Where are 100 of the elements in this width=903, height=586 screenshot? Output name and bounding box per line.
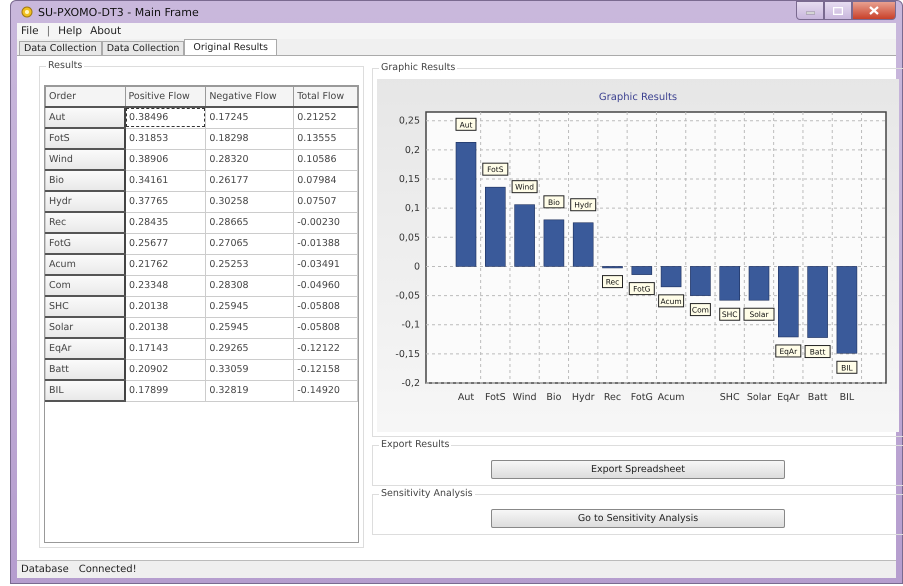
status-text: Connected! <box>78 564 137 575</box>
table-cell[interactable]: 0.21762 <box>125 254 206 275</box>
table-cell[interactable]: 0.34161 <box>125 170 206 191</box>
x-tick-label: SHC <box>720 392 740 403</box>
group-title: Results <box>46 60 84 71</box>
table-cell[interactable]: -0.01388 <box>294 233 358 254</box>
table-cell[interactable]: -0.03491 <box>294 254 358 275</box>
x-tick-label: Hydr <box>572 392 595 403</box>
table-cell[interactable]: 0.28665 <box>206 212 294 233</box>
minimize-button[interactable] <box>796 1 824 20</box>
export-spreadsheet-button[interactable]: Export Spreadsheet <box>491 460 785 479</box>
close-button[interactable] <box>852 1 896 20</box>
tab[interactable]: Data Collection <box>102 41 184 55</box>
table-cell[interactable]: 0.28320 <box>206 149 294 170</box>
table-cell[interactable]: 0.28308 <box>206 275 294 296</box>
sensitivity-analysis-button[interactable]: Go to Sensitivity Analysis <box>491 509 785 528</box>
table-cell[interactable]: 0.13555 <box>294 128 358 149</box>
y-tick-label: -0,05 <box>395 290 420 302</box>
table-cell[interactable]: 0.07507 <box>294 191 358 212</box>
window-title: SU-PXOMO-DT3 - Main Frame <box>38 6 199 18</box>
menu-item[interactable]: About <box>90 25 122 37</box>
table-cell[interactable]: 0.26177 <box>206 170 294 191</box>
table-cell[interactable]: 0.27065 <box>206 233 294 254</box>
bar <box>748 266 770 301</box>
y-tick-label: -0,2 <box>401 378 420 389</box>
app-icon <box>21 6 33 18</box>
column-header[interactable]: Negative Flow <box>206 86 294 107</box>
table-cell[interactable]: 0.20902 <box>125 359 206 380</box>
table-cell[interactable]: -0.05808 <box>294 317 358 338</box>
row-header[interactable]: Hydr <box>46 191 125 212</box>
table-cell[interactable]: 0.31853 <box>125 128 206 149</box>
table-cell[interactable]: 0.23348 <box>125 275 206 296</box>
x-tick-label: Acum <box>658 392 685 403</box>
row-header[interactable]: EqAr <box>46 338 125 359</box>
x-tick-label: Bio <box>546 392 562 403</box>
table-cell[interactable]: -0.05808 <box>294 296 358 317</box>
bar <box>690 266 711 296</box>
table-cell[interactable]: 0.18298 <box>206 128 294 149</box>
x-tick-label: Rec <box>604 392 622 403</box>
table-cell[interactable]: -0.14920 <box>294 380 358 401</box>
table-cell[interactable]: 0.25945 <box>206 296 294 317</box>
y-tick-label: -0,1 <box>401 320 420 331</box>
row-header[interactable]: Rec <box>46 212 125 233</box>
column-header[interactable]: Positive Flow <box>125 86 206 107</box>
row-header[interactable]: Wind <box>46 149 125 170</box>
row-header[interactable]: Solar <box>46 317 125 338</box>
table-cell[interactable]: 0.33059 <box>206 359 294 380</box>
row-header[interactable]: Batt <box>46 359 125 380</box>
table-cell[interactable]: 0.17143 <box>125 338 206 359</box>
table-cell[interactable]: 0.20138 <box>125 317 206 338</box>
x-tick-label: BIL <box>840 392 854 403</box>
table-cell[interactable]: -0.00230 <box>294 212 358 233</box>
menu-separator: | <box>46 25 50 37</box>
table-cell[interactable]: 0.28435 <box>125 212 206 233</box>
table-cell[interactable]: -0.12122 <box>294 338 358 359</box>
table-cell[interactable]: 0.25945 <box>206 317 294 338</box>
table-cell[interactable]: 0.29265 <box>206 338 294 359</box>
table-cell[interactable]: 0.21252 <box>294 107 358 128</box>
table-cell[interactable]: 0.10586 <box>294 149 358 170</box>
table-cell[interactable]: -0.04960 <box>294 275 358 296</box>
row-header[interactable]: Bio <box>46 170 125 191</box>
table-cell[interactable]: 0.20138 <box>125 296 206 317</box>
row-header[interactable]: Aut <box>46 107 125 128</box>
bar <box>778 266 799 338</box>
close-icon <box>869 6 879 15</box>
menu-item[interactable]: File <box>21 25 39 37</box>
column-header[interactable]: Order <box>46 86 125 107</box>
x-tick-label: Aut <box>458 392 474 403</box>
bar <box>807 266 828 338</box>
y-tick-label: 0,2 <box>404 144 420 156</box>
table-cell[interactable]: 0.07984 <box>294 170 358 191</box>
table-cell[interactable]: 0.38906 <box>125 149 206 170</box>
bar <box>602 266 623 268</box>
table-cell[interactable]: 0.17899 <box>125 380 206 401</box>
bar <box>719 266 740 301</box>
menu-item[interactable]: Help <box>58 25 82 37</box>
table-cell[interactable]: 0.17245 <box>206 107 294 128</box>
maximize-icon <box>833 6 843 14</box>
table-cell[interactable]: -0.12158 <box>294 359 358 380</box>
table-cell[interactable]: 0.25253 <box>206 254 294 275</box>
table-cell[interactable]: 0.25677 <box>125 233 206 254</box>
table-cell[interactable]: 0.32819 <box>206 380 294 401</box>
tab[interactable]: Original Results <box>184 39 277 55</box>
tab[interactable]: Data Collection <box>19 41 102 55</box>
bar <box>544 220 564 267</box>
y-tick-label: 0,1 <box>404 203 420 214</box>
table-cell[interactable]: 0.37765 <box>125 191 206 212</box>
x-tick-label: FotG <box>630 392 653 403</box>
table-cell[interactable]: 0.38496 <box>125 107 206 128</box>
maximize-button[interactable] <box>824 1 852 20</box>
table-cell[interactable]: 0.30258 <box>206 191 294 212</box>
row-header[interactable]: FotG <box>46 233 125 254</box>
row-header[interactable]: FotS <box>46 128 125 149</box>
row-header[interactable]: Acum <box>46 254 125 275</box>
x-tick-label: EqAr <box>777 392 800 403</box>
row-header[interactable]: Com <box>46 275 125 296</box>
column-header[interactable]: Total Flow <box>294 86 358 107</box>
y-tick-label: 0,05 <box>398 232 420 244</box>
row-header[interactable]: BIL <box>46 380 125 401</box>
row-header[interactable]: SHC <box>46 296 125 317</box>
